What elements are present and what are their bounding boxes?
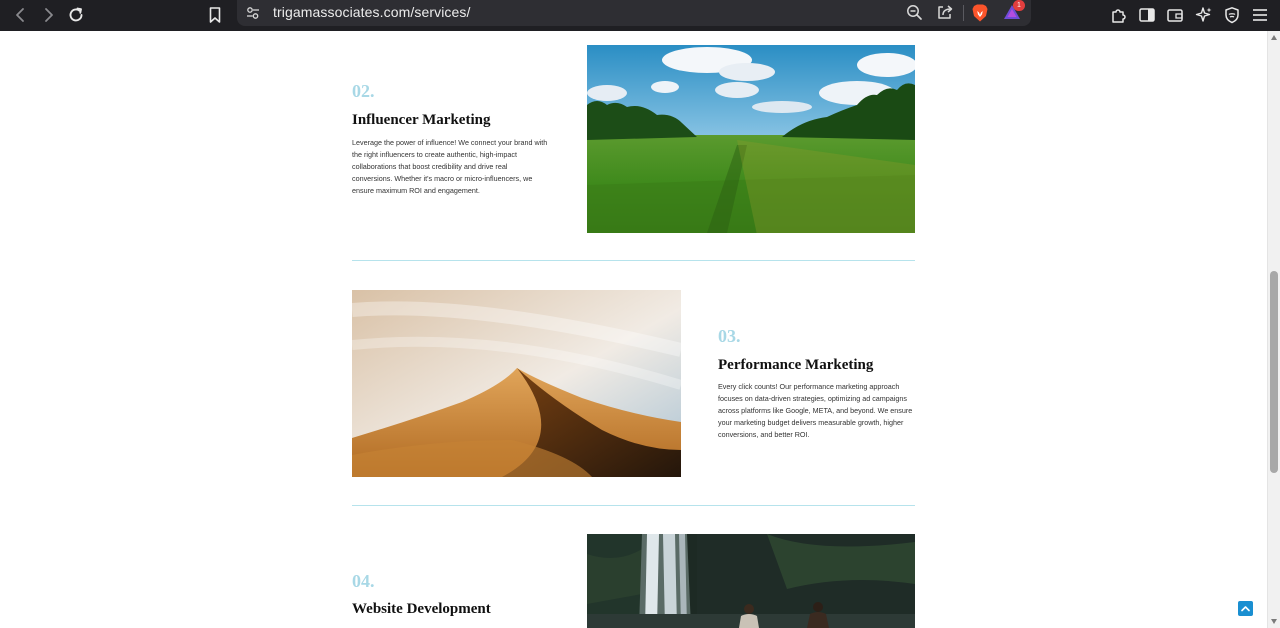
desert-dune-photo [352,290,681,477]
tune-icon[interactable] [245,5,261,21]
vpn-button[interactable] [1219,2,1245,28]
scroll-up-arrow-icon[interactable] [1271,35,1277,40]
waterfall-photo [587,534,915,628]
page-scrollbar[interactable] [1267,31,1280,628]
url-text[interactable]: trigamassociates.com/services/ [273,4,471,20]
section-divider [352,260,915,261]
forward-button[interactable] [35,2,61,28]
sparkle-icon [1195,7,1212,22]
scrollbar-thumb[interactable] [1270,271,1278,473]
leo-button[interactable] [1191,2,1217,28]
sidebar-icon [1139,8,1155,22]
arrow-up-icon [1241,606,1250,612]
notification-badge: 1 [1013,0,1025,11]
service-title: Influencer Marketing [352,112,491,128]
service-description: Leverage the power of influence! We conn… [352,138,548,195]
wallet-icon [1167,9,1183,22]
menu-button[interactable] [1247,2,1273,28]
shield-icon [1225,7,1239,24]
reload-button[interactable] [63,2,89,28]
service-number: 03. [718,326,741,346]
rice-field-photo [587,45,915,233]
brave-lion-icon[interactable] [971,3,989,23]
service-title: Performance Marketing [718,357,874,373]
section-divider [352,505,915,506]
bookmark-button[interactable] [202,2,228,28]
reload-icon [69,7,83,22]
chevron-right-icon [45,8,53,22]
zoom-out-icon[interactable] [906,4,923,21]
back-button[interactable] [8,2,34,28]
chevron-left-icon [16,8,24,22]
service-number: 04. [352,571,375,591]
back-to-top-button[interactable] [1238,601,1253,616]
address-bar-separator [963,5,964,21]
share-icon[interactable] [936,4,954,21]
wallet-button[interactable] [1162,2,1188,28]
hamburger-menu-icon [1253,9,1267,21]
service-title: Website Development [352,601,491,617]
address-bar[interactable]: trigamassociates.com/services/ 1 [237,0,1031,26]
service-description: Every click counts! Our performance mark… [718,382,913,439]
sidebar-button[interactable] [1134,2,1160,28]
service-number: 02. [352,81,375,101]
extensions-button[interactable] [1106,2,1132,28]
bookmark-icon [209,7,221,23]
scroll-down-arrow-icon[interactable] [1271,619,1277,624]
browser-toolbar: trigamassociates.com/services/ 1 [0,0,1280,31]
puzzle-icon [1112,9,1126,23]
